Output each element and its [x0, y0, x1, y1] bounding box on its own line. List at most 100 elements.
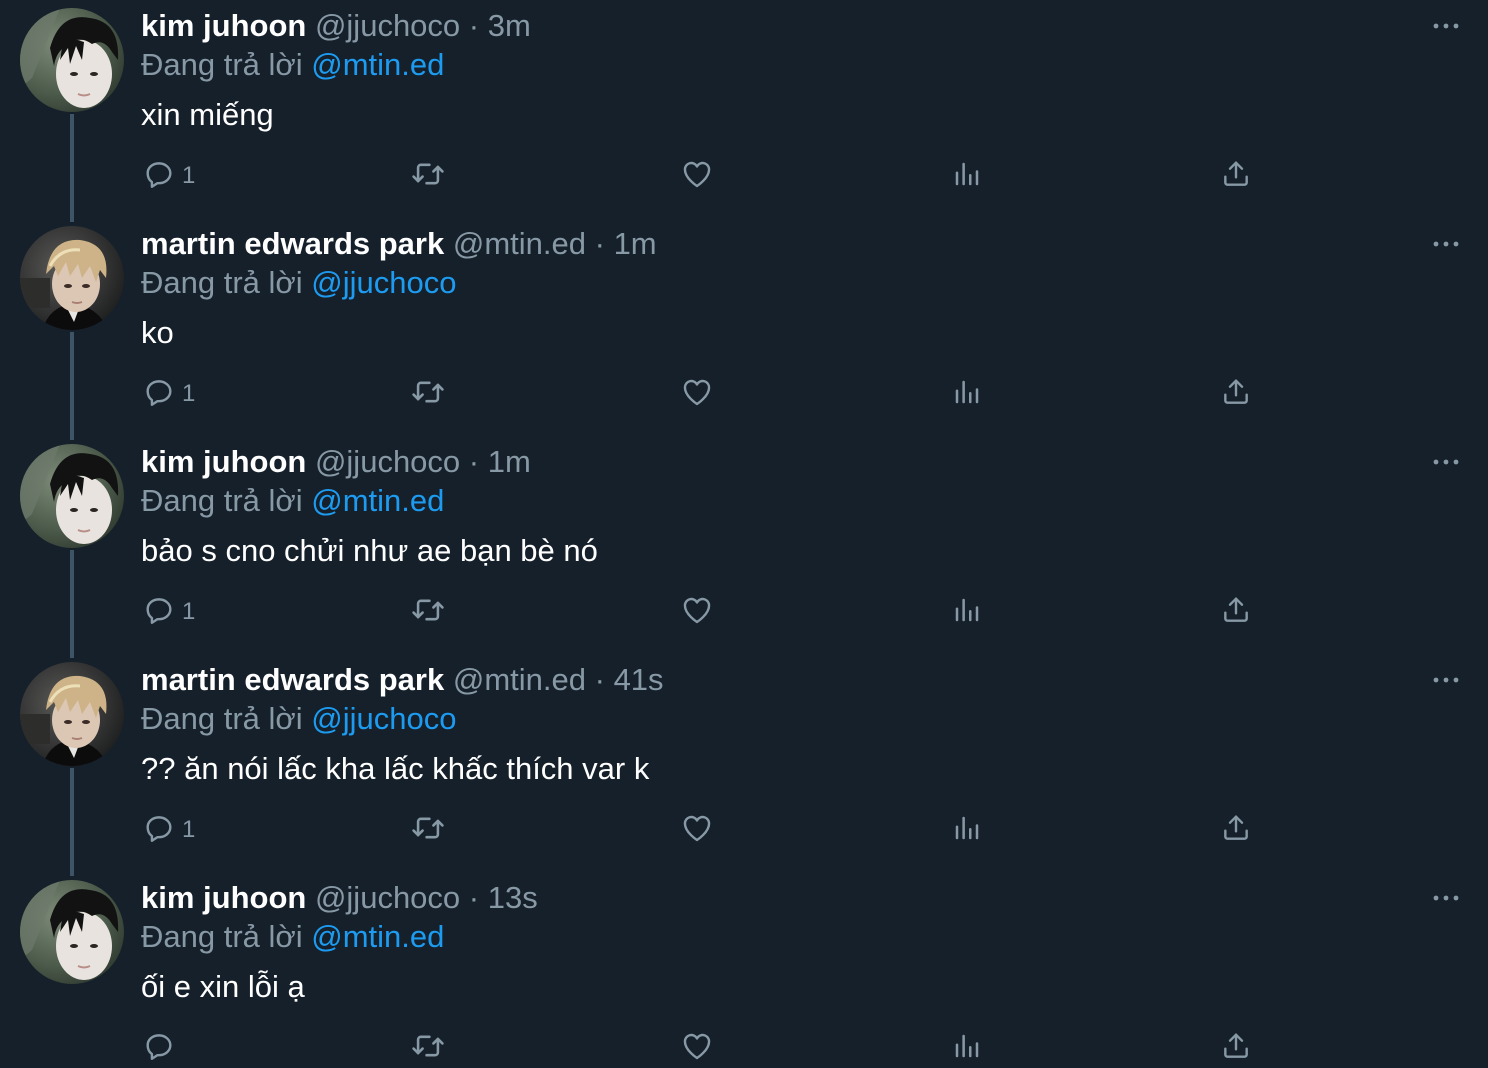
like-button[interactable]	[680, 1026, 714, 1068]
separator-dot: ·	[468, 8, 480, 43]
tweet-actions: 1	[0, 590, 1488, 634]
reply-button[interactable]: 1	[142, 372, 195, 416]
share-button[interactable]	[1220, 1026, 1252, 1068]
heart-icon	[680, 593, 714, 632]
analytics-button[interactable]	[952, 590, 982, 634]
heart-icon	[680, 1029, 714, 1068]
retweet-button[interactable]	[409, 154, 447, 198]
more-options-button[interactable]	[1426, 884, 1466, 912]
timestamp[interactable]: 13s	[488, 880, 538, 915]
timestamp[interactable]: 3m	[488, 8, 531, 43]
tweet-header: kim juhoon @jjuchoco · 1m	[141, 442, 531, 482]
share-icon	[1220, 157, 1252, 196]
analytics-icon	[952, 813, 982, 848]
analytics-button[interactable]	[952, 808, 982, 852]
share-button[interactable]	[1220, 372, 1252, 416]
replying-to-label: Đang trả lời	[141, 919, 303, 954]
retweet-button[interactable]	[409, 1026, 447, 1068]
like-button[interactable]	[680, 808, 714, 852]
timestamp[interactable]: 1m	[614, 226, 657, 261]
comment-icon	[142, 375, 176, 414]
more-options-button[interactable]	[1426, 12, 1466, 40]
like-button[interactable]	[680, 590, 714, 634]
tweet-header: martin edwards park @mtin.ed · 1m	[141, 224, 657, 264]
share-icon	[1220, 375, 1252, 414]
comment-icon	[142, 593, 176, 632]
replying-to: Đang trả lời @jjuchoco	[141, 263, 456, 303]
username-handle[interactable]: @mtin.ed	[453, 662, 586, 697]
share-icon	[1220, 593, 1252, 632]
timestamp[interactable]: 41s	[614, 662, 664, 697]
reply-button[interactable]: 1	[142, 154, 195, 198]
analytics-button[interactable]	[952, 372, 982, 416]
tweet-header: martin edwards park @mtin.ed · 41s	[141, 660, 664, 700]
username-handle[interactable]: @jjuchoco	[315, 8, 460, 43]
replying-to-label: Đang trả lời	[141, 47, 303, 82]
analytics-icon	[952, 1031, 982, 1066]
share-icon	[1220, 1029, 1252, 1068]
mention-link[interactable]: @mtin.ed	[311, 919, 444, 954]
mention-link[interactable]: @jjuchoco	[311, 265, 456, 300]
avatar[interactable]	[20, 662, 124, 766]
display-name[interactable]: martin edwards park	[141, 662, 444, 697]
display-name[interactable]: kim juhoon	[141, 444, 306, 479]
tweet-text: bảo s cno chửi như ae bạn bè nó	[141, 533, 598, 568]
retweet-button[interactable]	[409, 590, 447, 634]
share-button[interactable]	[1220, 808, 1252, 852]
tweet-actions: 1	[0, 808, 1488, 852]
username-handle[interactable]: @jjuchoco	[315, 444, 460, 479]
like-button[interactable]	[680, 154, 714, 198]
replying-to-label: Đang trả lời	[141, 701, 303, 736]
retweet-button[interactable]	[409, 808, 447, 852]
reply-button[interactable]	[142, 1026, 182, 1068]
tweet-actions	[0, 1026, 1488, 1068]
mention-link[interactable]: @mtin.ed	[311, 47, 444, 82]
tweet[interactable]: martin edwards park @mtin.ed · 41s Đang t…	[0, 654, 1488, 876]
mention-link[interactable]: @mtin.ed	[311, 483, 444, 518]
analytics-button[interactable]	[952, 154, 982, 198]
replying-to: Đang trả lời @mtin.ed	[141, 917, 444, 957]
tweet-header: kim juhoon @jjuchoco · 13s	[141, 878, 538, 918]
more-options-button[interactable]	[1426, 448, 1466, 476]
avatar[interactable]	[20, 8, 124, 112]
reply-button[interactable]: 1	[142, 808, 195, 852]
share-button[interactable]	[1220, 590, 1252, 634]
reply-count: 1	[182, 598, 196, 625]
separator-dot: ·	[468, 444, 480, 479]
tweet-text: ối e xin lỗi ạ	[141, 969, 305, 1004]
username-handle[interactable]: @mtin.ed	[453, 226, 586, 261]
display-name[interactable]: kim juhoon	[141, 8, 306, 43]
tweet[interactable]: kim juhoon @jjuchoco · 13s Đang trả lời @…	[0, 872, 1488, 1068]
avatar[interactable]	[20, 880, 124, 984]
replying-to-label: Đang trả lời	[141, 265, 303, 300]
avatar[interactable]	[20, 444, 124, 548]
comment-icon	[142, 811, 176, 850]
analytics-button[interactable]	[952, 1026, 982, 1068]
more-options-button[interactable]	[1426, 230, 1466, 258]
tweet-header: kim juhoon @jjuchoco · 3m	[141, 6, 531, 46]
tweet-text: xin miếng	[141, 97, 274, 132]
more-icon	[1426, 448, 1466, 481]
mention-link[interactable]: @jjuchoco	[311, 701, 456, 736]
reply-button[interactable]: 1	[142, 590, 195, 634]
retweet-button[interactable]	[409, 372, 447, 416]
retweet-icon	[409, 375, 447, 414]
share-button[interactable]	[1220, 154, 1252, 198]
more-icon	[1426, 884, 1466, 917]
like-button[interactable]	[680, 372, 714, 416]
replying-to: Đang trả lời @jjuchoco	[141, 699, 456, 739]
reply-thread: kim juhoon @jjuchoco · 3m Đang trả lời @m…	[0, 0, 1488, 1068]
display-name[interactable]: martin edwards park	[141, 226, 444, 261]
avatar[interactable]	[20, 226, 124, 330]
replying-to-label: Đang trả lời	[141, 483, 303, 518]
tweet[interactable]: kim juhoon @jjuchoco · 1m Đang trả lời @m…	[0, 436, 1488, 658]
retweet-icon	[409, 811, 447, 850]
display-name[interactable]: kim juhoon	[141, 880, 306, 915]
tweet[interactable]: martin edwards park @mtin.ed · 1m Đang tr…	[0, 218, 1488, 440]
tweet-text: ?? ăn nói lấc kha lấc khấc thích var k	[141, 751, 650, 786]
comment-icon	[142, 1029, 176, 1068]
tweet[interactable]: kim juhoon @jjuchoco · 3m Đang trả lời @m…	[0, 0, 1488, 222]
more-options-button[interactable]	[1426, 666, 1466, 694]
timestamp[interactable]: 1m	[488, 444, 531, 479]
username-handle[interactable]: @jjuchoco	[315, 880, 460, 915]
